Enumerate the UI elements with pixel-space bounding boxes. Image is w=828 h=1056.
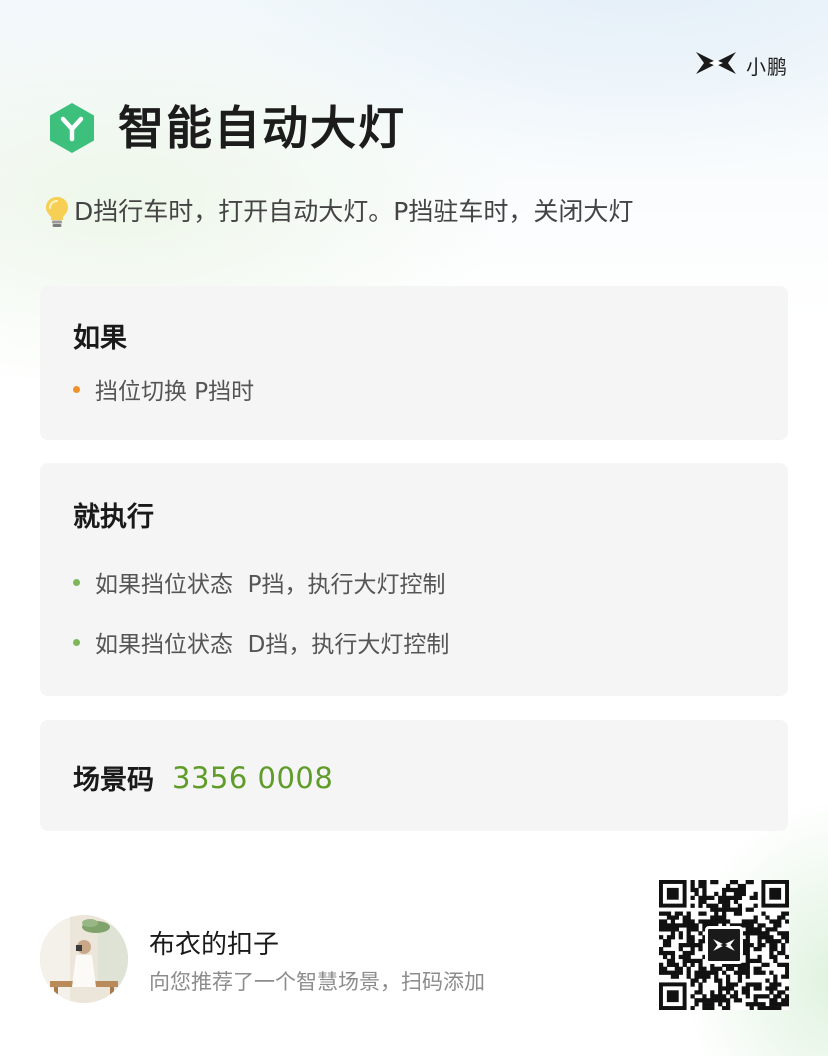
sharer-message: 向您推荐了一个智慧场景，扫码添加 — [149, 970, 485, 994]
brand-name: 小鹏 — [746, 54, 788, 79]
xpeng-x-logo-icon — [705, 926, 743, 964]
action-item: 如果挡位状态 D挡，执行大灯控制 — [73, 625, 449, 659]
sharer-name: 布衣的扣子 — [149, 930, 280, 960]
action-item-text: 如果挡位状态 D挡，执行大灯控制 — [95, 632, 450, 658]
user-avatar — [40, 915, 128, 1003]
condition-item: 挡位切换 P挡时 — [73, 372, 254, 406]
scene-code-label: 场景码 — [73, 765, 154, 796]
condition-item-text: 挡位切换 P挡时 — [95, 379, 255, 405]
scene-code-value[interactable]: 3356 0008 — [172, 761, 333, 795]
user-avatar-photo — [40, 915, 128, 1003]
bullet-dot-icon — [73, 385, 80, 393]
action-item: 如果挡位状态 P挡，执行大灯控制 — [73, 565, 446, 599]
scene-description-text: D挡行车时，打开自动大灯。P挡驻车时，关闭大灯 — [74, 197, 634, 226]
scene-y-hexagon-icon — [50, 103, 94, 153]
brand-logo: 小鹏 — [694, 50, 788, 80]
condition-card: 如果 挡位切换 P挡时 — [40, 286, 788, 440]
action-card: 就执行 如果挡位状态 P挡，执行大灯控制 如果挡位状态 D挡，执行大灯控制 — [40, 463, 788, 696]
action-item-text: 如果挡位状态 P挡，执行大灯控制 — [95, 572, 446, 598]
condition-title: 如果 — [73, 323, 127, 354]
bullet-dot-icon — [73, 578, 80, 586]
scene-code-card: 场景码 3356 0008 — [40, 720, 788, 831]
qr-code-icon[interactable] — [659, 880, 789, 1010]
lightbulb-icon — [46, 197, 68, 227]
bullet-dot-icon — [73, 638, 80, 646]
scene-code-row: 场景码 3356 0008 — [73, 758, 333, 797]
xpeng-x-logo-icon — [694, 50, 738, 80]
scene-description: D挡行车时，打开自动大灯。P挡驻车时，关闭大灯 — [44, 190, 633, 234]
page-title: 智能自动大灯 — [118, 101, 406, 155]
scene-header: 智能自动大灯 — [48, 98, 406, 158]
action-title: 就执行 — [73, 502, 154, 533]
